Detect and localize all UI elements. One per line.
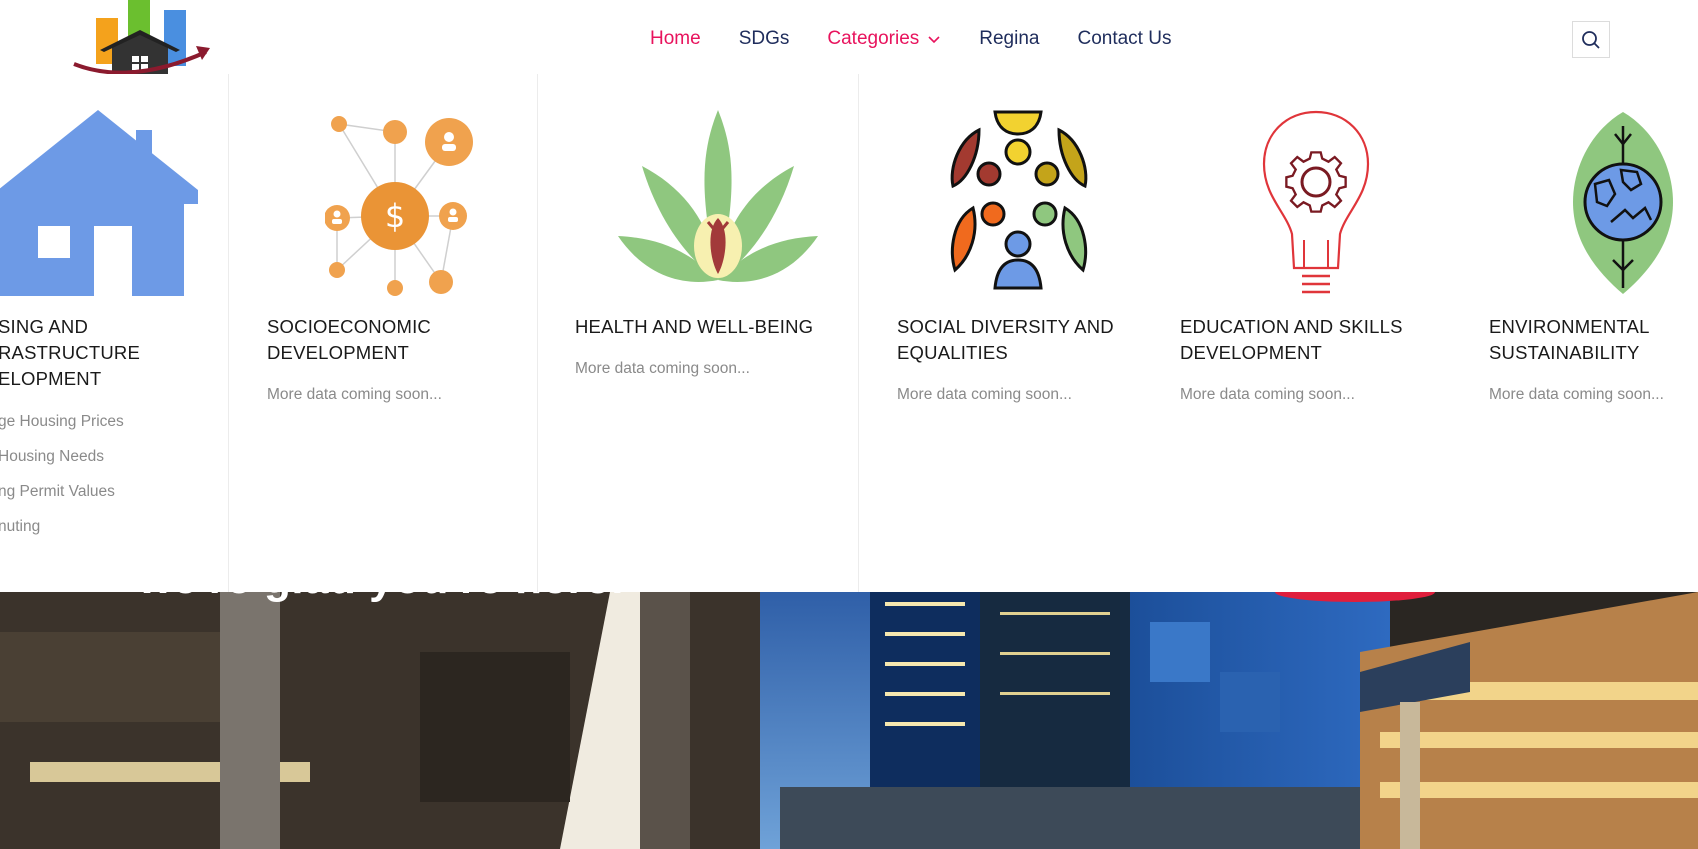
category-title[interactable]: SOCIAL DIVERSITY AND EQUALITIES — [897, 314, 1114, 366]
categories-mega-menu: SING AND RASTRUCTURE ELOPMENT ge Housing… — [0, 74, 1698, 592]
coming-soon-note: More data coming soon... — [1489, 386, 1664, 403]
nav-categories[interactable]: Categories — [827, 28, 941, 50]
category-title[interactable]: EDUCATION AND SKILLS DEVELOPMENT — [1180, 314, 1403, 366]
search-button[interactable] — [1572, 21, 1610, 58]
category-title[interactable]: HEALTH AND WELL-BEING — [575, 314, 813, 340]
main-nav: Home SDGs Categories Regina Contact Us — [650, 26, 1209, 52]
diversity-people-icon[interactable] — [949, 110, 1089, 292]
column-divider — [537, 74, 538, 592]
nav-contact-us[interactable]: Contact Us — [1077, 28, 1171, 50]
column-divider — [228, 74, 229, 592]
socioeconomic-network-icon[interactable]: $ — [325, 110, 479, 300]
category-link[interactable]: Housing Needs — [0, 447, 124, 482]
category-link[interactable]: ge Housing Prices — [0, 412, 124, 447]
category-link-list: ge Housing Prices Housing Needs ng Permi… — [0, 412, 124, 552]
column-divider — [858, 74, 859, 592]
search-icon — [1582, 30, 1600, 49]
health-lotus-icon[interactable] — [618, 110, 818, 300]
house-icon[interactable] — [0, 110, 202, 300]
category-link[interactable]: ng Permit Values — [0, 482, 124, 517]
coming-soon-note: More data coming soon... — [267, 386, 442, 403]
svg-text:$: $ — [385, 197, 405, 235]
coming-soon-note: More data coming soon... — [575, 360, 750, 377]
lightbulb-gear-icon[interactable] — [1260, 110, 1380, 300]
site-header: Home SDGs Categories Regina Contact Us — [0, 0, 1698, 74]
chevron-down-icon — [928, 36, 940, 44]
hero-city-photo — [0, 592, 1698, 849]
category-title[interactable]: SOCIOECONOMIC DEVELOPMENT — [267, 314, 431, 366]
category-link[interactable]: nuting — [0, 517, 124, 552]
nav-sdgs[interactable]: SDGs — [739, 28, 790, 50]
category-title[interactable]: SING AND RASTRUCTURE ELOPMENT — [0, 314, 140, 392]
coming-soon-note: More data coming soon... — [1180, 386, 1355, 403]
coming-soon-note: More data coming soon... — [897, 386, 1072, 403]
nav-home[interactable]: Home — [650, 28, 701, 50]
leaf-globe-icon[interactable] — [1571, 110, 1675, 296]
category-title[interactable]: ENVIRONMENTAL SUSTAINABILITY — [1489, 314, 1650, 366]
nav-regina[interactable]: Regina — [979, 28, 1039, 50]
hero-banner — [0, 592, 1698, 849]
nav-categories-label: Categories — [827, 28, 920, 49]
site-logo[interactable] — [70, 0, 214, 74]
